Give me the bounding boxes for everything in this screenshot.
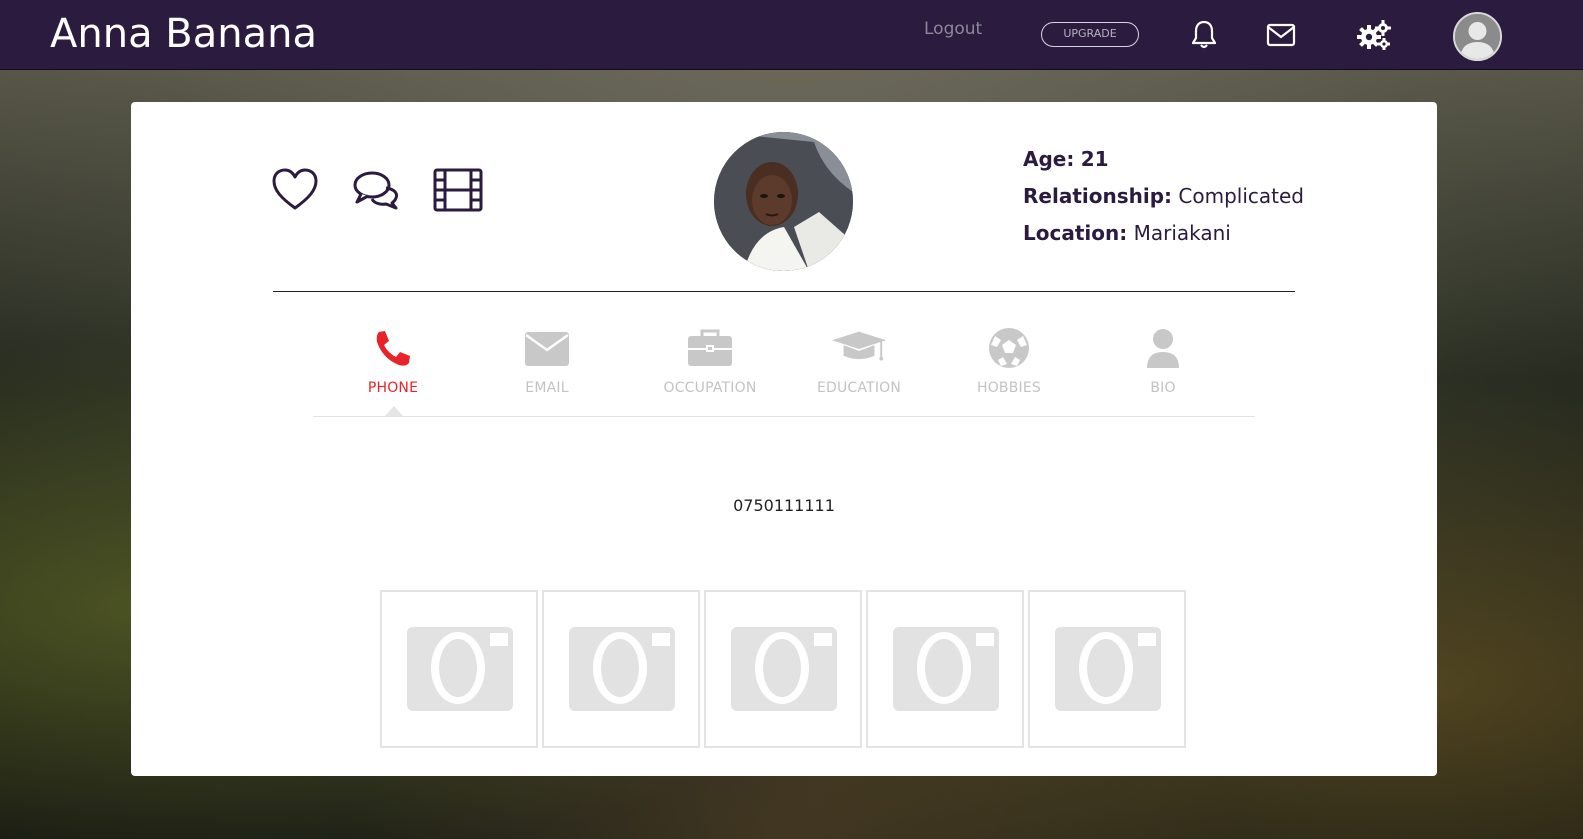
camera-icon bbox=[407, 627, 513, 711]
profile-photo-art bbox=[714, 132, 853, 271]
tab-occupation[interactable]: OCCUPATION bbox=[630, 324, 790, 414]
profile-card: Age: 21 Relationship: Complicated Locati… bbox=[131, 102, 1437, 776]
camera-icon bbox=[569, 627, 675, 711]
tabs-underline bbox=[313, 416, 1255, 417]
divider bbox=[273, 291, 1295, 292]
active-tab-pointer bbox=[385, 406, 403, 416]
tab-email[interactable]: EMAIL bbox=[467, 324, 627, 414]
gallery-slot[interactable] bbox=[704, 590, 862, 748]
phone-number: 0750111111 bbox=[733, 496, 835, 515]
gallery-slot[interactable] bbox=[866, 590, 1024, 748]
location-label: Location: bbox=[1023, 221, 1128, 245]
user-silhouette-icon bbox=[1455, 14, 1500, 59]
tab-hobbies-label: HOBBIES bbox=[976, 380, 1042, 396]
age-label: Age: bbox=[1023, 147, 1075, 171]
bell-icon[interactable] bbox=[1188, 19, 1220, 51]
heart-icon[interactable] bbox=[271, 168, 319, 218]
top-navbar: Anna Banana Logout UPGRADE bbox=[0, 0, 1583, 70]
film-icon[interactable] bbox=[433, 168, 483, 218]
tab-hobbies[interactable]: HOBBIES bbox=[929, 324, 1089, 414]
relationship-value: Complicated bbox=[1178, 184, 1304, 208]
age-value: 21 bbox=[1080, 147, 1109, 171]
briefcase-icon bbox=[688, 329, 732, 366]
info-tabs: PHONE EMAIL OCCUPATION EDUCATION HOBBIES… bbox=[313, 324, 1255, 417]
age-row: Age: 21 bbox=[1023, 144, 1304, 181]
graduation-cap-icon bbox=[831, 331, 887, 361]
chat-bubbles-icon[interactable] bbox=[352, 168, 400, 218]
gallery-slot[interactable] bbox=[542, 590, 700, 748]
user-icon bbox=[1147, 329, 1179, 368]
gallery-slot[interactable] bbox=[380, 590, 538, 748]
tab-occupation-label: OCCUPATION bbox=[663, 380, 757, 396]
tab-education-label: EDUCATION bbox=[816, 380, 902, 396]
tab-email-label: EMAIL bbox=[525, 380, 569, 396]
brand-title[interactable]: Anna Banana bbox=[50, 8, 317, 60]
tab-education[interactable]: EDUCATION bbox=[779, 324, 939, 414]
soccer-ball-icon bbox=[989, 328, 1029, 368]
tab-bio-label: BIO bbox=[1150, 380, 1176, 396]
camera-icon bbox=[893, 627, 999, 711]
camera-icon bbox=[1055, 627, 1161, 711]
relationship-label: Relationship: bbox=[1023, 184, 1173, 208]
upgrade-button[interactable]: UPGRADE bbox=[1041, 22, 1139, 47]
location-row: Location: Mariakani bbox=[1023, 218, 1304, 255]
phone-icon bbox=[376, 331, 410, 366]
relationship-row: Relationship: Complicated bbox=[1023, 181, 1304, 218]
tab-phone-label: PHONE bbox=[367, 380, 419, 396]
tab-phone[interactable]: PHONE bbox=[313, 324, 473, 414]
logout-link[interactable]: Logout bbox=[924, 18, 982, 40]
location-value: Mariakani bbox=[1133, 221, 1231, 245]
envelope-icon[interactable] bbox=[1265, 19, 1297, 51]
envelope-icon bbox=[525, 332, 569, 366]
profile-details: Age: 21 Relationship: Complicated Locati… bbox=[1023, 144, 1304, 255]
gallery-slot[interactable] bbox=[1028, 590, 1186, 748]
tab-bio[interactable]: BIO bbox=[1083, 324, 1243, 414]
user-avatar[interactable] bbox=[1453, 12, 1502, 61]
profile-photo[interactable] bbox=[714, 132, 853, 271]
gears-icon[interactable] bbox=[1357, 19, 1391, 51]
camera-icon bbox=[731, 627, 837, 711]
